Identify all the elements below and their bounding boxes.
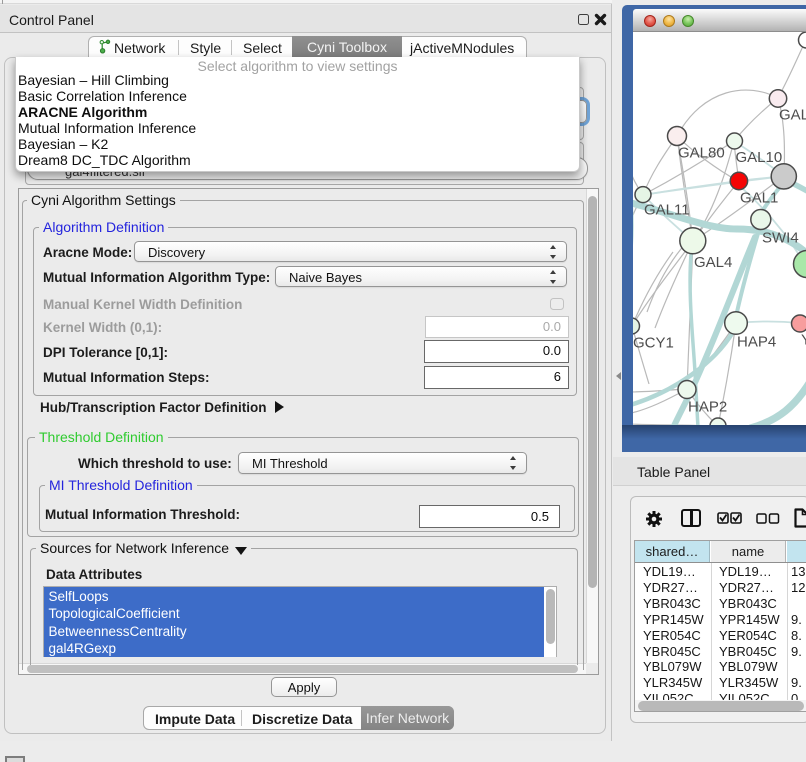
svg-text:GAL7: GAL7 <box>779 106 806 123</box>
svg-text:HAP4: HAP4 <box>737 333 776 350</box>
svg-text:GAL4: GAL4 <box>694 254 732 271</box>
svg-text:GCY1: GCY1 <box>633 334 674 351</box>
svg-text:GAL10: GAL10 <box>736 149 783 166</box>
svg-text:GAL1: GAL1 <box>740 189 778 206</box>
svg-text:GAL11: GAL11 <box>644 201 690 218</box>
svg-text:Y: Y <box>801 331 806 348</box>
svg-text:GAL80: GAL80 <box>678 144 725 161</box>
svg-text:HAP2: HAP2 <box>688 398 727 415</box>
svg-text:SWI4: SWI4 <box>762 229 799 246</box>
